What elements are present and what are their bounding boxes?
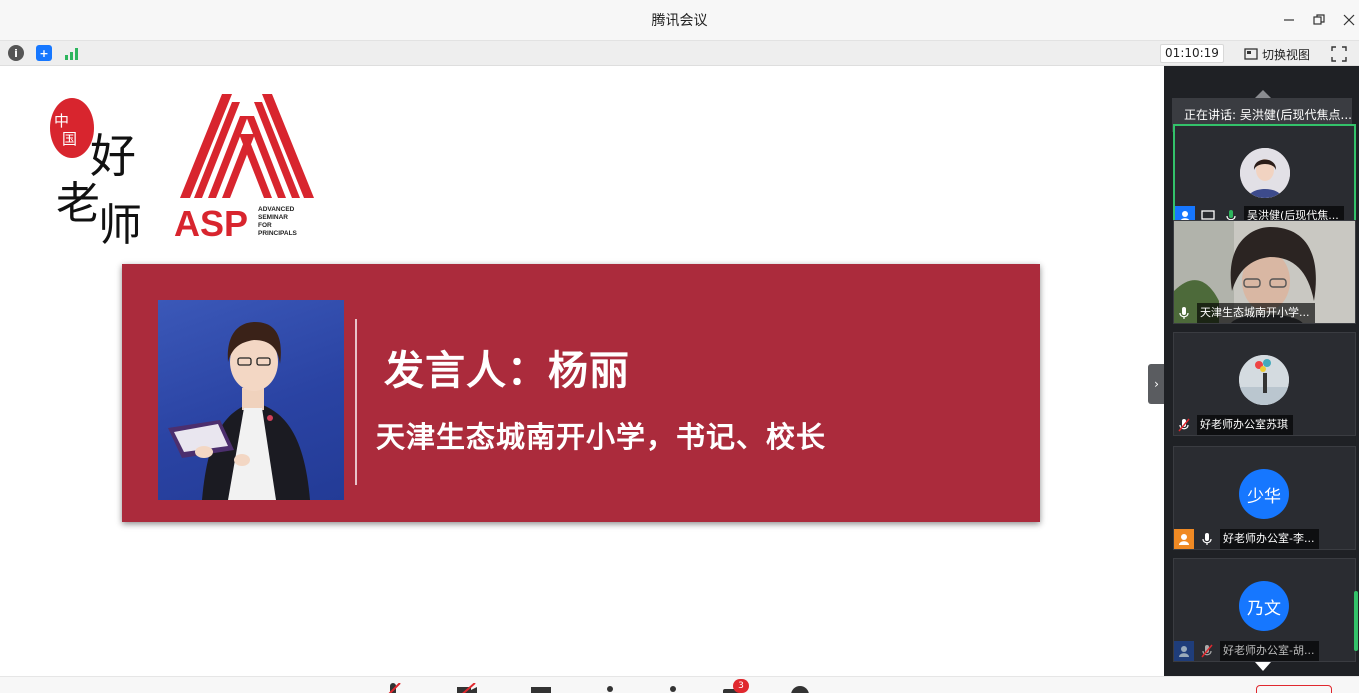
svg-text:国: 国 — [62, 130, 77, 148]
participant-tile[interactable]: 好老师办公室苏琪 — [1173, 332, 1356, 436]
members-icon[interactable] — [664, 683, 684, 693]
host-icon — [1174, 641, 1194, 661]
scroll-up-icon[interactable] — [1255, 88, 1271, 98]
microphone-muted-icon — [1197, 641, 1217, 661]
participant-panel: 正在讲话: 吴洪健(后现代焦点... 吴洪健(后现代焦... 天津生态城南开小学… — [1164, 66, 1359, 676]
network-signal-icon[interactable] — [64, 46, 80, 65]
divider-line — [355, 319, 357, 485]
invite-icon[interactable] — [600, 683, 620, 693]
security-shield-icon[interactable]: + — [36, 45, 52, 61]
participant-tile[interactable]: 少华 好老师办公室-李... — [1173, 446, 1356, 550]
control-bar: 3 — [0, 676, 1359, 693]
window-title: 腾讯会议 — [651, 13, 708, 29]
participant-name: 好老师办公室苏琪 — [1197, 415, 1293, 435]
mute-microphone-icon[interactable] — [384, 683, 404, 693]
participant-name: 好老师办公室-胡... — [1220, 641, 1320, 661]
minimize-icon — [1284, 19, 1294, 21]
participant-namebar: 好老师办公室-李... — [1174, 529, 1323, 549]
scroll-down-icon[interactable] — [1255, 662, 1271, 672]
svg-text:老: 老 — [56, 178, 100, 229]
switch-view-button[interactable]: 切换视图 — [1244, 45, 1310, 63]
participant-namebar: 好老师办公室-胡... — [1174, 641, 1323, 661]
shared-screen: 中 国 好 老 师 ASP ADVANCED SEMINAR FOR PRINC… — [0, 66, 1164, 676]
avatar — [1239, 355, 1289, 405]
good-teacher-logo: 中 国 好 老 师 — [46, 90, 156, 255]
close-button[interactable] — [1337, 8, 1359, 32]
meeting-timer: 01:10:19 — [1160, 44, 1224, 63]
co-host-icon — [1174, 529, 1194, 549]
avatar: 乃文 — [1239, 581, 1289, 631]
svg-text:SEMINAR: SEMINAR — [258, 214, 288, 221]
switch-view-icon — [1244, 48, 1258, 60]
speaker-name: 发言人：杨丽 — [384, 348, 630, 394]
restore-icon — [1313, 14, 1325, 25]
volume-indicator — [1354, 591, 1358, 651]
close-icon — [1343, 14, 1355, 26]
participant-namebar: 好老师办公室苏琪 — [1174, 415, 1297, 435]
end-meeting-button[interactable] — [1256, 685, 1332, 693]
fullscreen-button[interactable] — [1330, 45, 1348, 63]
participant-tile[interactable]: 天津生态城南开小学... — [1173, 220, 1356, 324]
svg-text:ASP: ASP — [174, 203, 248, 244]
avatar: 少华 — [1239, 469, 1289, 519]
stop-video-icon[interactable] — [457, 683, 477, 693]
svg-text:PRINCIPALS: PRINCIPALS — [258, 230, 298, 237]
speaker-banner: 发言人：杨丽 天津生态城南开小学，书记、校长 — [122, 264, 1040, 522]
meeting-toolbar: i + 01:10:19 切换视图 — [0, 40, 1359, 66]
svg-text:中: 中 — [54, 112, 69, 130]
switch-view-label: 切换视图 — [1262, 47, 1311, 62]
participant-tile[interactable]: 乃文 好老师办公室-胡... — [1173, 558, 1356, 662]
share-screen-icon[interactable] — [531, 683, 551, 693]
speaker-position: 天津生态城南开小学，书记、校长 — [376, 420, 827, 454]
microphone-icon — [1174, 303, 1194, 323]
panel-collapse-handle[interactable]: › — [1148, 364, 1165, 404]
svg-text:师: 师 — [98, 200, 142, 251]
participant-name: 天津生态城南开小学... — [1197, 303, 1315, 323]
more-icon[interactable] — [858, 683, 878, 693]
chat-badge: 3 — [733, 679, 749, 693]
microphone-icon — [1197, 529, 1217, 549]
participant-namebar: 天津生态城南开小学... — [1174, 303, 1319, 323]
svg-text:好: 好 — [90, 129, 136, 183]
participant-name: 好老师办公室-李... — [1220, 529, 1320, 549]
avatar — [1240, 148, 1290, 198]
info-icon[interactable]: i — [8, 45, 24, 61]
participant-tile[interactable]: 吴洪健(后现代焦... — [1173, 124, 1356, 228]
svg-text:ADVANCED: ADVANCED — [258, 206, 295, 213]
speaker-photo — [158, 300, 344, 500]
microphone-muted-icon — [1174, 415, 1194, 435]
asp-logo: ASP ADVANCED SEMINAR FOR PRINCIPALS — [172, 94, 322, 244]
fullscreen-icon — [1331, 46, 1347, 62]
restore-button[interactable] — [1307, 8, 1331, 32]
minimize-button[interactable] — [1277, 8, 1301, 32]
reaction-icon[interactable] — [790, 683, 810, 693]
svg-text:FOR: FOR — [258, 222, 272, 229]
title-bar: 腾讯会议 — [0, 0, 1359, 40]
chevron-right-icon: › — [1154, 377, 1159, 391]
